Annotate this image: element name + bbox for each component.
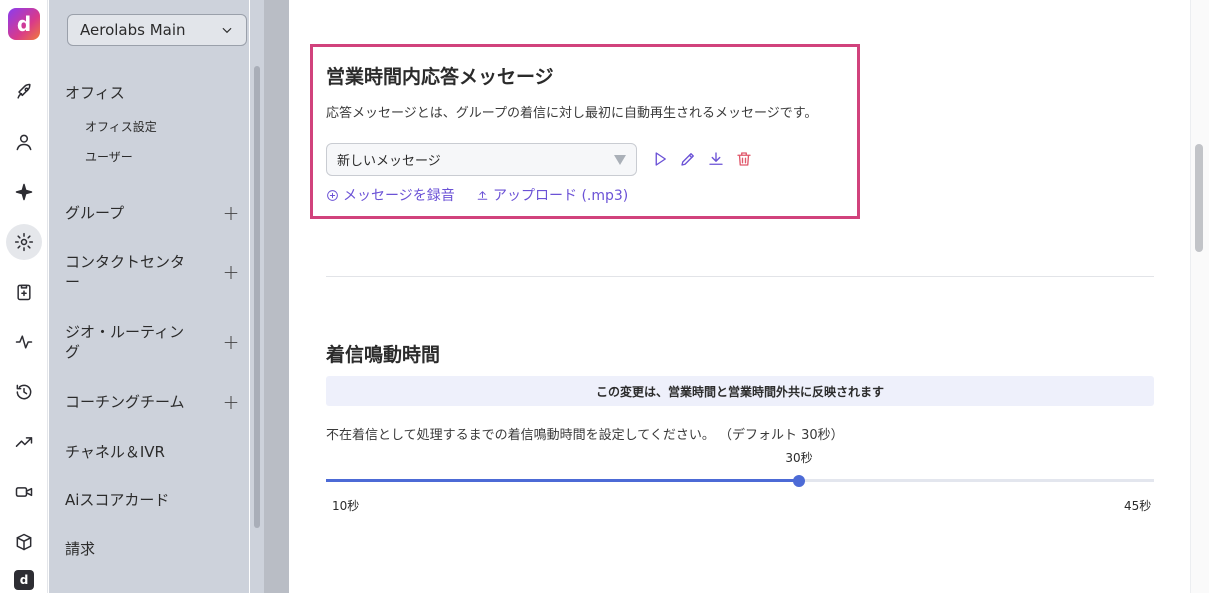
plus-circle-icon — [327, 189, 338, 201]
dialpad-logo-icon[interactable]: d — [14, 570, 34, 590]
slider-fill — [326, 479, 799, 482]
sidebar-item-label: 請求 — [65, 540, 96, 558]
icon-rail: d d — [0, 0, 48, 593]
org-name: Aerolabs Main — [80, 21, 186, 39]
history-icon[interactable] — [6, 374, 42, 410]
chevron-down-icon — [222, 27, 232, 34]
sidebar-item-channel-ivr[interactable]: チャネル＆IVR — [65, 442, 241, 462]
slider-value-label: 30秒 — [785, 451, 813, 465]
slider-max-label: 45秒 — [1124, 499, 1152, 513]
sidebar-item-groups[interactable]: グループ + — [65, 203, 241, 223]
sidebar-item-label: グループ — [65, 204, 125, 222]
video-icon[interactable] — [6, 474, 42, 510]
play-button[interactable] — [650, 149, 670, 169]
plus-icon[interactable]: + — [221, 262, 241, 282]
slider-thumb[interactable] — [793, 475, 805, 487]
selected-message: 新しいメッセージ — [337, 154, 441, 169]
trash-icon — [737, 152, 751, 166]
org-select[interactable]: Aerolabs Main — [67, 14, 247, 46]
ring-duration-description: 不在着信として処理するまでの着信鳴動時間を設定してください。 （デフォルト 30… — [326, 428, 844, 443]
plus-icon[interactable]: + — [221, 332, 241, 352]
record-message-label: メッセージを録音 — [343, 188, 455, 204]
sidebar-item-label: Aiスコアカード — [65, 491, 170, 509]
message-select[interactable]: 新しいメッセージ — [326, 143, 637, 176]
cube-icon[interactable] — [6, 524, 42, 560]
business-hours-message-title: 営業時間内応答メッセージ — [326, 66, 554, 88]
sidebar-subitem-users[interactable]: ユーザー — [85, 148, 133, 165]
sidebar-item-coaching-team[interactable]: コーチングチーム + — [65, 392, 241, 412]
plus-icon[interactable]: + — [221, 392, 241, 412]
sidebar-item-label: コンタクトセンター — [65, 253, 186, 291]
record-message-link[interactable]: メッセージを録音 — [326, 185, 455, 205]
sidebar-scrollbar[interactable] — [250, 0, 264, 593]
sidebar-subitem-office-settings[interactable]: オフィス設定 — [85, 118, 157, 135]
sidebar-item-office[interactable]: オフィス — [65, 83, 241, 103]
section-divider — [326, 276, 1154, 277]
play-icon — [655, 152, 666, 166]
ring-duration-slider[interactable] — [326, 474, 1154, 488]
panel-overlay — [264, 0, 289, 593]
group-settings-panel: 営業時間内応答メッセージ 応答メッセージとは、グループの着信に対し最初に自動再生… — [290, 0, 1190, 593]
business-hours-message-description: 応答メッセージとは、グループの着信に対し最初に自動再生されるメッセージです。 — [326, 106, 818, 121]
sidebar-item-label: コーチングチーム — [65, 393, 185, 411]
sidebar-item-label: オフィス — [65, 84, 125, 102]
rail-bottom-text: d — [19, 573, 29, 587]
sidebar-scroll-thumb[interactable] — [254, 66, 260, 528]
delete-button[interactable] — [734, 149, 754, 169]
sidebar-item-contact-center[interactable]: コンタクトセンター + — [65, 252, 241, 292]
gear-icon[interactable] — [6, 224, 42, 260]
logo-text: d — [16, 12, 32, 36]
upload-mp3-label: アップロード (.mp3) — [493, 188, 629, 204]
download-icon — [709, 152, 723, 165]
ring-duration-title: 着信鳴動時間 — [326, 344, 441, 366]
sidebar-item-label: ジオ・ルーティング — [65, 323, 185, 361]
ring-duration-notice: この変更は、営業時間と営業時間外共に反映されます — [326, 376, 1154, 406]
sidebar-item-label: チャネル＆IVR — [65, 443, 165, 461]
pencil-icon — [681, 153, 694, 166]
caret-down-icon — [614, 154, 626, 165]
activity-icon[interactable] — [6, 324, 42, 360]
upload-icon — [477, 190, 488, 200]
sparkle-icon[interactable] — [6, 174, 42, 210]
rocket-icon[interactable] — [6, 74, 42, 110]
trending-icon[interactable] — [6, 424, 42, 460]
edit-button[interactable] — [678, 149, 698, 169]
main-scroll-thumb[interactable] — [1195, 144, 1203, 252]
app-logo[interactable]: d — [8, 8, 40, 40]
clipboard-icon[interactable] — [6, 274, 42, 310]
upload-mp3-link[interactable]: アップロード (.mp3) — [476, 185, 628, 205]
sidebar-item-billing[interactable]: 請求 — [65, 539, 241, 559]
download-button[interactable] — [706, 149, 726, 169]
user-icon[interactable] — [6, 124, 42, 160]
sidebar-item-ai-scorecard[interactable]: Aiスコアカード — [65, 490, 241, 510]
slider-min-label: 10秒 — [332, 499, 360, 513]
sidebar-item-geo-routing[interactable]: ジオ・ルーティング + — [65, 322, 241, 362]
plus-icon[interactable]: + — [221, 203, 241, 223]
settings-sidebar: Aerolabs Main オフィス オフィス設定 ユーザー グループ + コン… — [49, 0, 249, 593]
main-scrollbar[interactable] — [1190, 0, 1209, 593]
